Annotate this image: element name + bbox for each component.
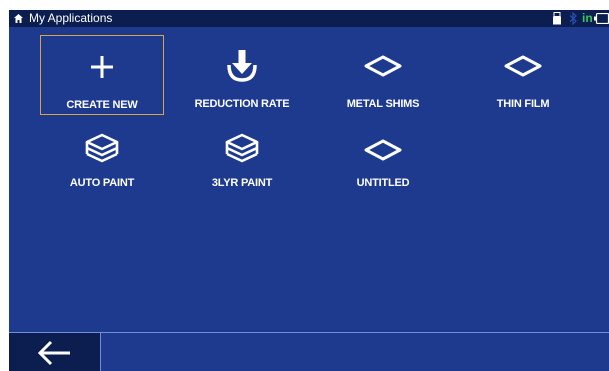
tile-3lyr-paint[interactable]: 3LYR PAINT bbox=[180, 118, 304, 198]
tile-thin-film[interactable]: THIN FILM bbox=[461, 35, 585, 115]
tile-untitled[interactable]: UNTITLED bbox=[321, 118, 445, 198]
status-bar: My Applications in bbox=[9, 10, 609, 27]
tile-label: CREATE NEW bbox=[66, 99, 138, 111]
tile-create-new[interactable]: CREATE NEW bbox=[40, 35, 164, 115]
tile-label: AUTO PAINT bbox=[69, 177, 135, 189]
home-icon[interactable] bbox=[13, 13, 24, 24]
tile-metal-shims[interactable]: METAL SHIMS bbox=[321, 35, 445, 115]
tile-label: METAL SHIMS bbox=[346, 98, 420, 110]
battery-icon bbox=[594, 13, 609, 24]
shim-icon bbox=[364, 55, 402, 77]
tile-label: REDUCTION RATE bbox=[194, 98, 290, 110]
bluetooth-icon bbox=[569, 12, 577, 25]
back-arrow-icon bbox=[37, 340, 70, 366]
tile-reduction-rate[interactable]: REDUCTION RATE bbox=[180, 35, 304, 115]
usb-icon bbox=[553, 12, 561, 25]
footer-panel bbox=[100, 333, 609, 371]
reduction-arrow-icon bbox=[227, 50, 257, 82]
plus-icon bbox=[91, 56, 113, 78]
tile-label: UNTITLED bbox=[356, 177, 410, 189]
shim-icon bbox=[364, 139, 402, 161]
input-indicator: in bbox=[582, 11, 593, 25]
shim-icon bbox=[504, 55, 542, 77]
tile-label: THIN FILM bbox=[496, 98, 550, 110]
back-button[interactable] bbox=[9, 333, 100, 371]
layers-icon bbox=[85, 133, 119, 163]
page-title: My Applications bbox=[29, 11, 113, 25]
layers-icon bbox=[225, 133, 259, 163]
tile-auto-paint[interactable]: AUTO PAINT bbox=[40, 118, 164, 198]
tile-label: 3LYR PAINT bbox=[211, 177, 273, 189]
app-screen: My Applications in CREATE NEW REDUCTION … bbox=[9, 10, 609, 371]
